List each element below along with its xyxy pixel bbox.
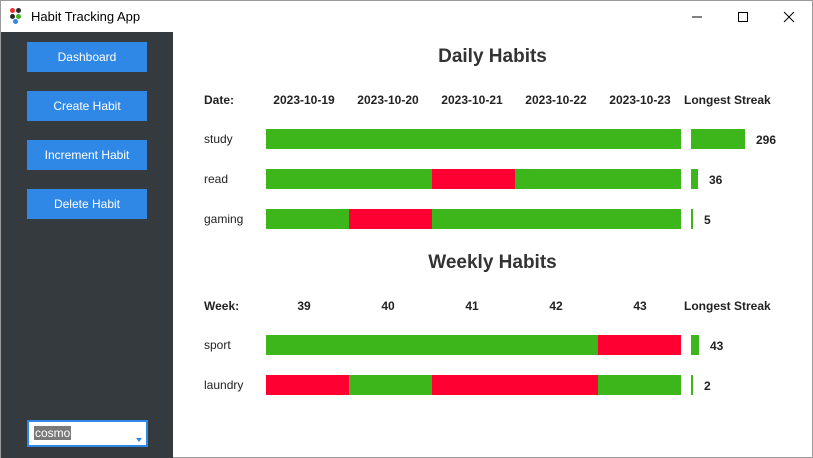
daily-streak-bar <box>691 209 693 229</box>
daily-longest-streak-header: Longest Streak <box>684 93 771 107</box>
weekly-column-header: 42 <box>549 299 563 313</box>
weekly-longest-streak-header: Longest Streak <box>684 299 771 313</box>
status-segment-missed <box>515 375 598 395</box>
chevron-down-icon <box>136 438 142 442</box>
status-segment-done <box>266 209 349 229</box>
status-segment-missed <box>349 209 432 229</box>
status-segment-done <box>432 209 515 229</box>
weekly-streak-value: 43 <box>710 339 724 353</box>
status-segment-done <box>349 375 432 395</box>
status-segment-done <box>432 129 515 149</box>
daily-streak-value: 36 <box>709 173 723 187</box>
daily-column-header: 2023-10-22 <box>525 93 587 107</box>
app-logo-icon <box>10 8 24 24</box>
weekly-streak-bar <box>691 335 699 355</box>
status-segment-done <box>515 335 598 355</box>
weekly-streak-value: 2 <box>704 379 711 393</box>
status-segment-done <box>349 129 432 149</box>
weekly-week-label: Week: <box>204 299 240 313</box>
status-segment-done <box>266 335 349 355</box>
status-segment-done <box>432 335 515 355</box>
weekly-habit-track <box>266 375 681 395</box>
weekly-habit-track <box>266 335 681 355</box>
sidebar: Dashboard Create Habit Increment Habit D… <box>1 32 173 458</box>
daily-streak-value: 296 <box>756 133 777 147</box>
daily-streak-bar <box>691 129 745 149</box>
dashboard-button[interactable]: Dashboard <box>27 42 147 72</box>
app-window: Habit Tracking App Dashboard Create Habi… <box>0 0 813 458</box>
daily-column-header: 2023-10-19 <box>273 93 335 107</box>
status-segment-done <box>515 129 598 149</box>
close-icon <box>783 11 795 22</box>
status-segment-done <box>515 169 598 189</box>
maximize-button[interactable] <box>720 1 766 32</box>
weekly-column-header: 43 <box>633 299 647 313</box>
increment-habit-button[interactable]: Increment Habit <box>27 140 147 170</box>
minimize-icon <box>692 16 702 17</box>
status-segment-done <box>598 129 681 149</box>
status-segment-done <box>515 209 598 229</box>
status-segment-done <box>598 375 681 395</box>
status-segment-done <box>598 209 681 229</box>
status-segment-missed <box>432 375 515 395</box>
weekly-streak-bar <box>691 375 693 395</box>
user-select-value: cosmo <box>34 426 72 440</box>
status-segment-done <box>349 169 432 189</box>
weekly-column-header: 39 <box>297 299 311 313</box>
create-habit-button[interactable]: Create Habit <box>27 91 147 121</box>
title-bar[interactable]: Habit Tracking App <box>1 1 812 32</box>
status-segment-missed <box>432 169 515 189</box>
weekly-habits-title: Weekly Habits <box>428 252 557 273</box>
status-segment-done <box>598 169 681 189</box>
user-select[interactable]: cosmo <box>27 420 148 447</box>
daily-date-label: Date: <box>204 93 235 107</box>
weekly-column-header: 41 <box>465 299 479 313</box>
status-segment-missed <box>598 335 681 355</box>
daily-habit-label: study <box>204 132 233 146</box>
status-segment-done <box>349 335 432 355</box>
daily-streak-bar <box>691 169 698 189</box>
daily-streak-value: 5 <box>704 213 711 227</box>
daily-habit-label: gaming <box>204 212 244 226</box>
weekly-habit-label: laundry <box>204 378 244 392</box>
weekly-habit-label: sport <box>204 338 231 352</box>
weekly-column-header: 40 <box>381 299 395 313</box>
daily-column-header: 2023-10-21 <box>441 93 503 107</box>
daily-habits-title: Daily Habits <box>438 46 547 67</box>
status-segment-missed <box>266 375 349 395</box>
window-title: Habit Tracking App <box>31 9 141 24</box>
daily-habit-track <box>266 209 681 229</box>
daily-column-header: 2023-10-20 <box>357 93 419 107</box>
daily-habit-track <box>266 169 681 189</box>
status-segment-done <box>266 129 349 149</box>
daily-habit-label: read <box>204 172 229 186</box>
maximize-icon <box>738 11 748 22</box>
status-segment-done <box>266 169 349 189</box>
delete-habit-button[interactable]: Delete Habit <box>27 189 147 219</box>
daily-habit-track <box>266 129 681 149</box>
minimize-button[interactable] <box>674 1 720 32</box>
daily-column-header: 2023-10-23 <box>609 93 671 107</box>
close-button[interactable] <box>766 1 812 32</box>
